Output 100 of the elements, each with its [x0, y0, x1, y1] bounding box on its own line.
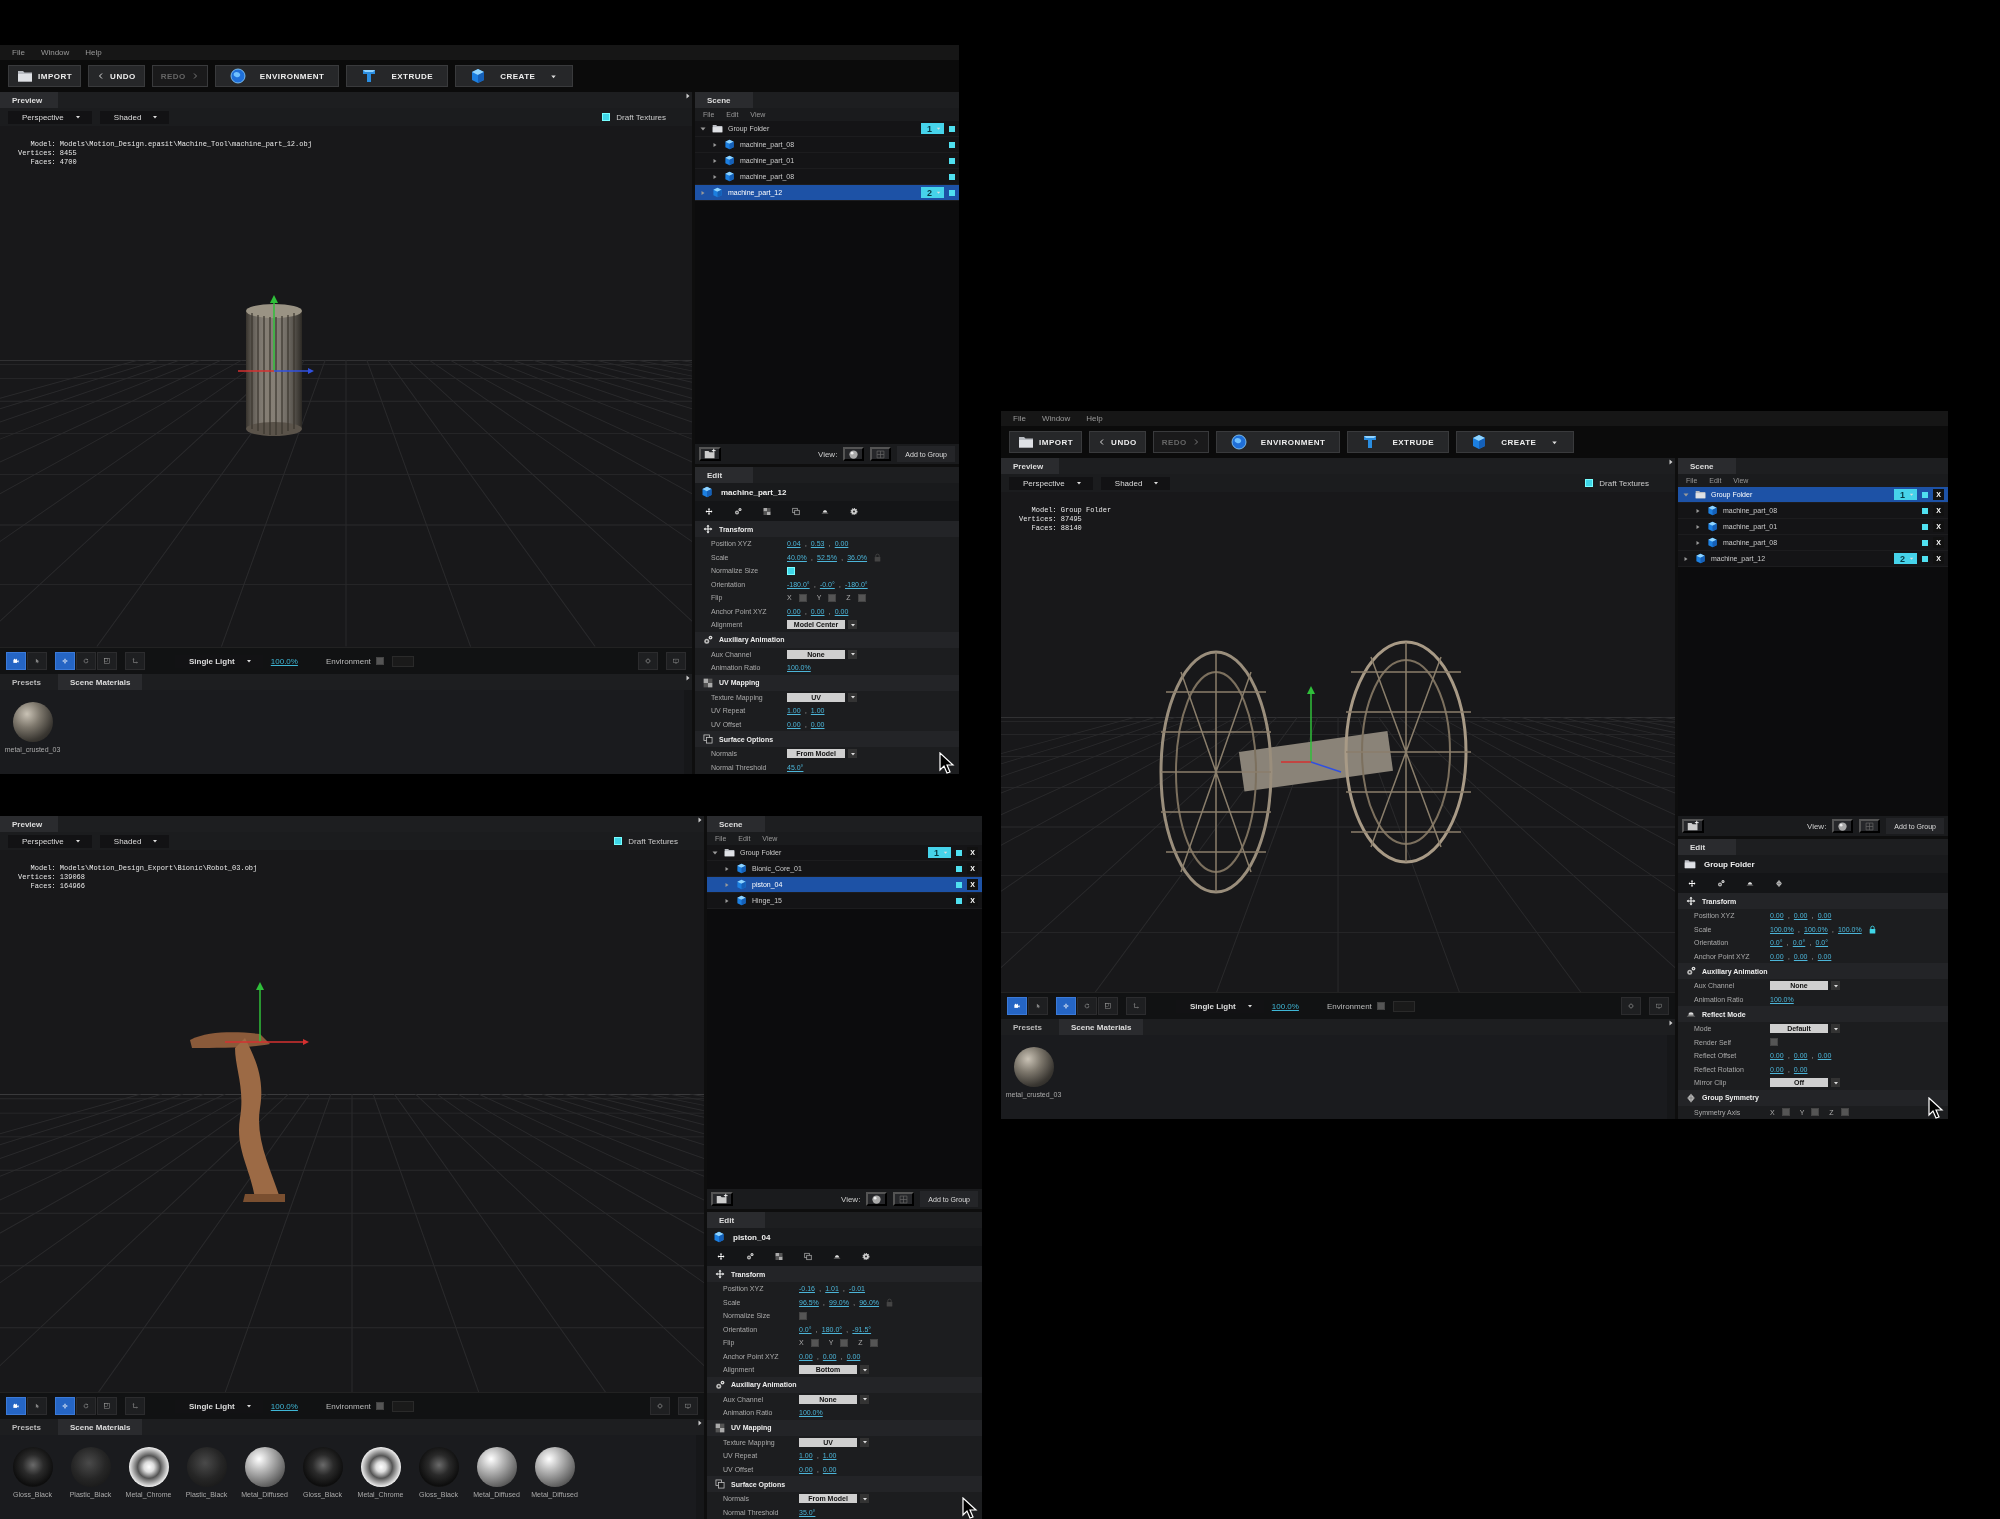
menu-item[interactable]: Window [1041, 414, 1071, 423]
layer-dropdown[interactable]: 1 [921, 123, 944, 134]
mouse-cursor-icon [939, 752, 955, 774]
checkbox[interactable] [1811, 1108, 1820, 1117]
camera-dropdown[interactable]: Perspective [8, 110, 92, 124]
visibility-toggle[interactable] [956, 881, 962, 888]
panel-tab[interactable]: Preview [1001, 458, 1059, 474]
color-swatch[interactable] [1392, 1000, 1415, 1012]
light-intensity-value[interactable]: 100.0% [1271, 1001, 1299, 1011]
toolbar-button[interactable]: IMPORT [8, 65, 82, 87]
panel-tab[interactable]: Edit [695, 467, 753, 483]
color-swatch[interactable] [391, 655, 414, 667]
panel-tab[interactable]: Scene [1678, 458, 1736, 474]
material-thumbnail[interactable] [534, 1447, 575, 1487]
toolbar-button[interactable]: EXTRUDE [346, 65, 449, 87]
visibility-toggle[interactable] [949, 157, 955, 164]
panel-tab[interactable]: Preview [0, 92, 58, 108]
shading-dropdown[interactable]: Shaded [99, 110, 170, 124]
new-folder-button[interactable] [699, 447, 721, 461]
visibility-toggle[interactable] [956, 865, 962, 872]
panel-tab[interactable]: Scene Materials [58, 674, 143, 690]
separator-text: , [812, 579, 817, 589]
view-button[interactable] [1832, 819, 1854, 833]
checkbox[interactable] [857, 593, 866, 602]
material-thumbnail[interactable] [360, 1447, 401, 1487]
light-intensity-value[interactable]: 100.0% [270, 656, 298, 666]
visibility-toggle[interactable] [949, 141, 955, 148]
shading-dropdown[interactable]: Shaded [99, 834, 170, 848]
material-thumbnail[interactable] [186, 1447, 227, 1487]
toolbar-button[interactable]: EXTRUDE [1347, 431, 1450, 453]
panel-tab[interactable]: Scene Materials [58, 1419, 143, 1435]
checkbox-label: Environment [325, 1401, 371, 1411]
checkbox[interactable] [810, 1338, 819, 1347]
separator-text: , [845, 1324, 850, 1334]
layer-dropdown[interactable]: 2 [921, 187, 944, 198]
visibility-toggle[interactable] [1922, 539, 1928, 546]
menu-item[interactable]: Help [85, 48, 102, 57]
checkbox[interactable] [828, 593, 837, 602]
color-swatch[interactable] [391, 1400, 414, 1412]
checkbox[interactable] [375, 657, 384, 665]
visibility-toggle[interactable] [949, 125, 955, 132]
toolbar-button[interactable]: ENVIRONMENT [1215, 431, 1341, 453]
visibility-toggle[interactable] [956, 849, 962, 856]
visibility-toggle[interactable] [1922, 523, 1928, 530]
layer-dropdown[interactable]: 2 [1894, 553, 1917, 564]
checkbox[interactable] [799, 1311, 807, 1320]
material-thumbnail[interactable] [244, 1447, 285, 1487]
material-thumbnail[interactable] [12, 1447, 53, 1487]
visibility-toggle[interactable] [949, 189, 955, 196]
view-button[interactable] [843, 447, 865, 461]
scrollbar[interactable] [684, 690, 692, 774]
panel-tab[interactable]: Scene [707, 816, 765, 832]
toolbar-button[interactable]: IMPORT [1009, 431, 1083, 453]
toolbar-button[interactable]: UNDO [1089, 431, 1146, 453]
visibility-toggle[interactable] [1922, 491, 1928, 498]
toolbar-button[interactable]: CREATE [455, 65, 574, 87]
camera-dropdown[interactable]: Perspective [8, 834, 92, 848]
visibility-toggle[interactable] [956, 897, 962, 904]
crosshair-icon [1628, 1000, 1634, 1012]
menu-item[interactable]: Help [1086, 414, 1103, 423]
material-thumbnail[interactable] [1013, 1047, 1054, 1087]
toolbar-button[interactable]: UNDO [88, 65, 145, 87]
checkbox[interactable] [375, 1402, 384, 1410]
checkbox[interactable] [1781, 1108, 1790, 1117]
move-arrows-icon [1686, 896, 1696, 906]
panel-tab[interactable]: Edit [1678, 839, 1736, 855]
light-intensity-value[interactable]: 100.0% [270, 1401, 298, 1411]
toolbar-button[interactable]: ENVIRONMENT [214, 65, 340, 87]
material-thumbnail[interactable] [12, 702, 53, 742]
shading-dropdown[interactable]: Shaded [1100, 476, 1171, 490]
visibility-toggle[interactable] [1922, 507, 1928, 514]
panel-tab[interactable]: Scene [695, 92, 753, 108]
visibility-toggle[interactable] [949, 173, 955, 180]
material-thumbnail[interactable] [418, 1447, 459, 1487]
camera-dropdown[interactable]: Perspective [1009, 476, 1093, 490]
panel-tab[interactable]: Edit [707, 1212, 765, 1228]
layer-dropdown[interactable]: 1 [928, 847, 951, 858]
panel-tab[interactable]: Scene Materials [1059, 1019, 1144, 1035]
checkbox[interactable] [1770, 1038, 1778, 1047]
checkbox[interactable] [1840, 1108, 1849, 1117]
checkbox[interactable] [869, 1338, 878, 1347]
menu-item[interactable]: File [12, 48, 25, 57]
toolbar-button[interactable]: CREATE [1456, 431, 1575, 453]
material-thumbnail[interactable] [128, 1447, 169, 1487]
scrollbar[interactable] [1667, 1035, 1675, 1119]
layer-dropdown[interactable]: 1 [1894, 489, 1917, 500]
checkbox[interactable] [798, 593, 807, 602]
checkbox[interactable] [1376, 1002, 1385, 1010]
menu-item[interactable]: File [1013, 414, 1026, 423]
menu-item[interactable]: Window [40, 48, 70, 57]
new-folder-button[interactable] [711, 1192, 733, 1206]
panel-tab[interactable]: Preview [0, 816, 58, 832]
material-thumbnail[interactable] [302, 1447, 343, 1487]
view-button[interactable] [866, 1192, 888, 1206]
new-folder-button[interactable] [1682, 819, 1704, 833]
material-thumbnail[interactable] [70, 1447, 111, 1487]
checkbox[interactable] [840, 1338, 849, 1347]
monitor-icon [1656, 1000, 1662, 1012]
visibility-toggle[interactable] [1922, 555, 1928, 562]
material-thumbnail[interactable] [476, 1447, 517, 1487]
